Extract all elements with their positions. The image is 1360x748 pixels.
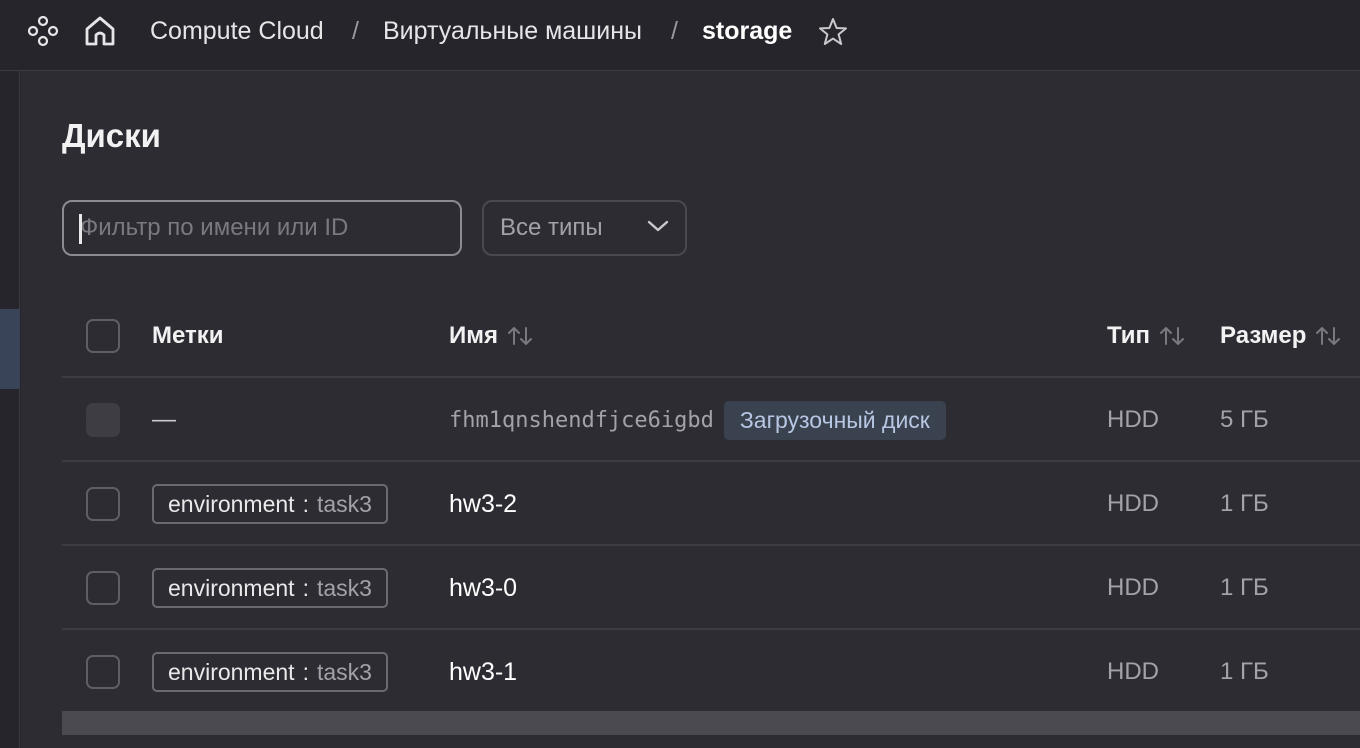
tag-key: environment <box>168 490 295 517</box>
select-all-checkbox[interactable] <box>86 319 120 353</box>
disk-size: 5 ГБ <box>1220 406 1269 433</box>
disk-size: 1 ГБ <box>1220 574 1269 601</box>
breadcrumb-section[interactable]: Виртуальные машины <box>383 14 642 48</box>
tag-value: task3 <box>316 490 372 517</box>
search-input[interactable] <box>62 200 462 256</box>
disk-type: HDD <box>1107 406 1159 433</box>
tag-separator: : <box>302 658 309 685</box>
table-header: Метки Имя Тип Размер <box>62 294 1360 378</box>
type-select-value: Все типы <box>500 214 603 241</box>
label-tag: environment : task3 <box>152 484 388 524</box>
row-checkbox <box>86 403 120 437</box>
services-icon[interactable] <box>26 14 60 48</box>
sort-icon <box>1314 324 1342 348</box>
sort-icon <box>506 324 534 348</box>
table-row[interactable]: environment : task3 hw3-0 HDD 1 ГБ <box>62 546 1360 630</box>
column-header-type: Тип <box>1107 322 1150 349</box>
tag-separator: : <box>302 574 309 601</box>
breadcrumb-separator: / <box>671 17 678 45</box>
left-rail <box>0 71 20 748</box>
row-checkbox[interactable] <box>86 655 120 689</box>
home-icon[interactable] <box>82 13 118 49</box>
disk-type: HDD <box>1107 658 1159 685</box>
star-icon[interactable] <box>816 15 850 49</box>
column-header-size: Размер <box>1220 322 1307 349</box>
type-select[interactable]: Все типы <box>482 200 687 256</box>
table-row[interactable]: — fhm1qnshendfjce6igbd Загрузочный диск … <box>62 378 1360 462</box>
tag-separator: : <box>302 490 309 517</box>
chevron-down-icon <box>647 219 669 238</box>
row-checkbox[interactable] <box>86 487 120 521</box>
breadcrumb-separator: / <box>352 17 359 45</box>
label-tag: environment : task3 <box>152 652 388 692</box>
column-header-labels: Метки <box>152 322 224 349</box>
page-title: Диски <box>62 117 161 154</box>
column-header-type-sort[interactable]: Тип <box>1107 294 1186 378</box>
breadcrumb-current: storage <box>702 17 793 45</box>
text-cursor <box>79 214 82 244</box>
sort-icon <box>1158 324 1186 348</box>
tag-key: environment <box>168 574 295 601</box>
boot-disk-badge: Загрузочный диск <box>723 400 946 440</box>
disk-id[interactable]: fhm1qnshendfjce6igbd <box>449 408 714 433</box>
disk-type: HDD <box>1107 574 1159 601</box>
table-row[interactable]: environment : task3 hw3-2 HDD 1 ГБ <box>62 462 1360 546</box>
column-header-size-sort[interactable]: Размер <box>1220 294 1342 378</box>
horizontal-scrollbar[interactable] <box>62 711 1360 735</box>
disk-size: 1 ГБ <box>1220 490 1269 517</box>
main-panel: Диски Все типы Метки Имя Тип <box>21 71 1360 748</box>
tag-value: task3 <box>316 574 372 601</box>
tag-key: environment <box>168 658 295 685</box>
column-header-name-sort[interactable]: Имя <box>449 294 534 378</box>
disk-name[interactable]: hw3-2 <box>449 490 517 519</box>
disk-name[interactable]: hw3-1 <box>449 658 517 687</box>
table-row[interactable]: environment : task3 hw3-1 HDD 1 ГБ <box>62 630 1360 714</box>
top-bar: Compute Cloud / Виртуальные машины / sto… <box>0 0 1360 71</box>
disk-name[interactable]: hw3-0 <box>449 574 517 603</box>
row-checkbox[interactable] <box>86 571 120 605</box>
labels-empty: — <box>152 406 176 433</box>
column-header-name: Имя <box>449 322 499 349</box>
tag-value: task3 <box>316 658 372 685</box>
breadcrumb-service[interactable]: Compute Cloud <box>150 14 324 48</box>
disk-type: HDD <box>1107 490 1159 517</box>
disk-size: 1 ГБ <box>1220 658 1269 685</box>
label-tag: environment : task3 <box>152 568 388 608</box>
left-rail-active-item[interactable] <box>0 309 20 389</box>
